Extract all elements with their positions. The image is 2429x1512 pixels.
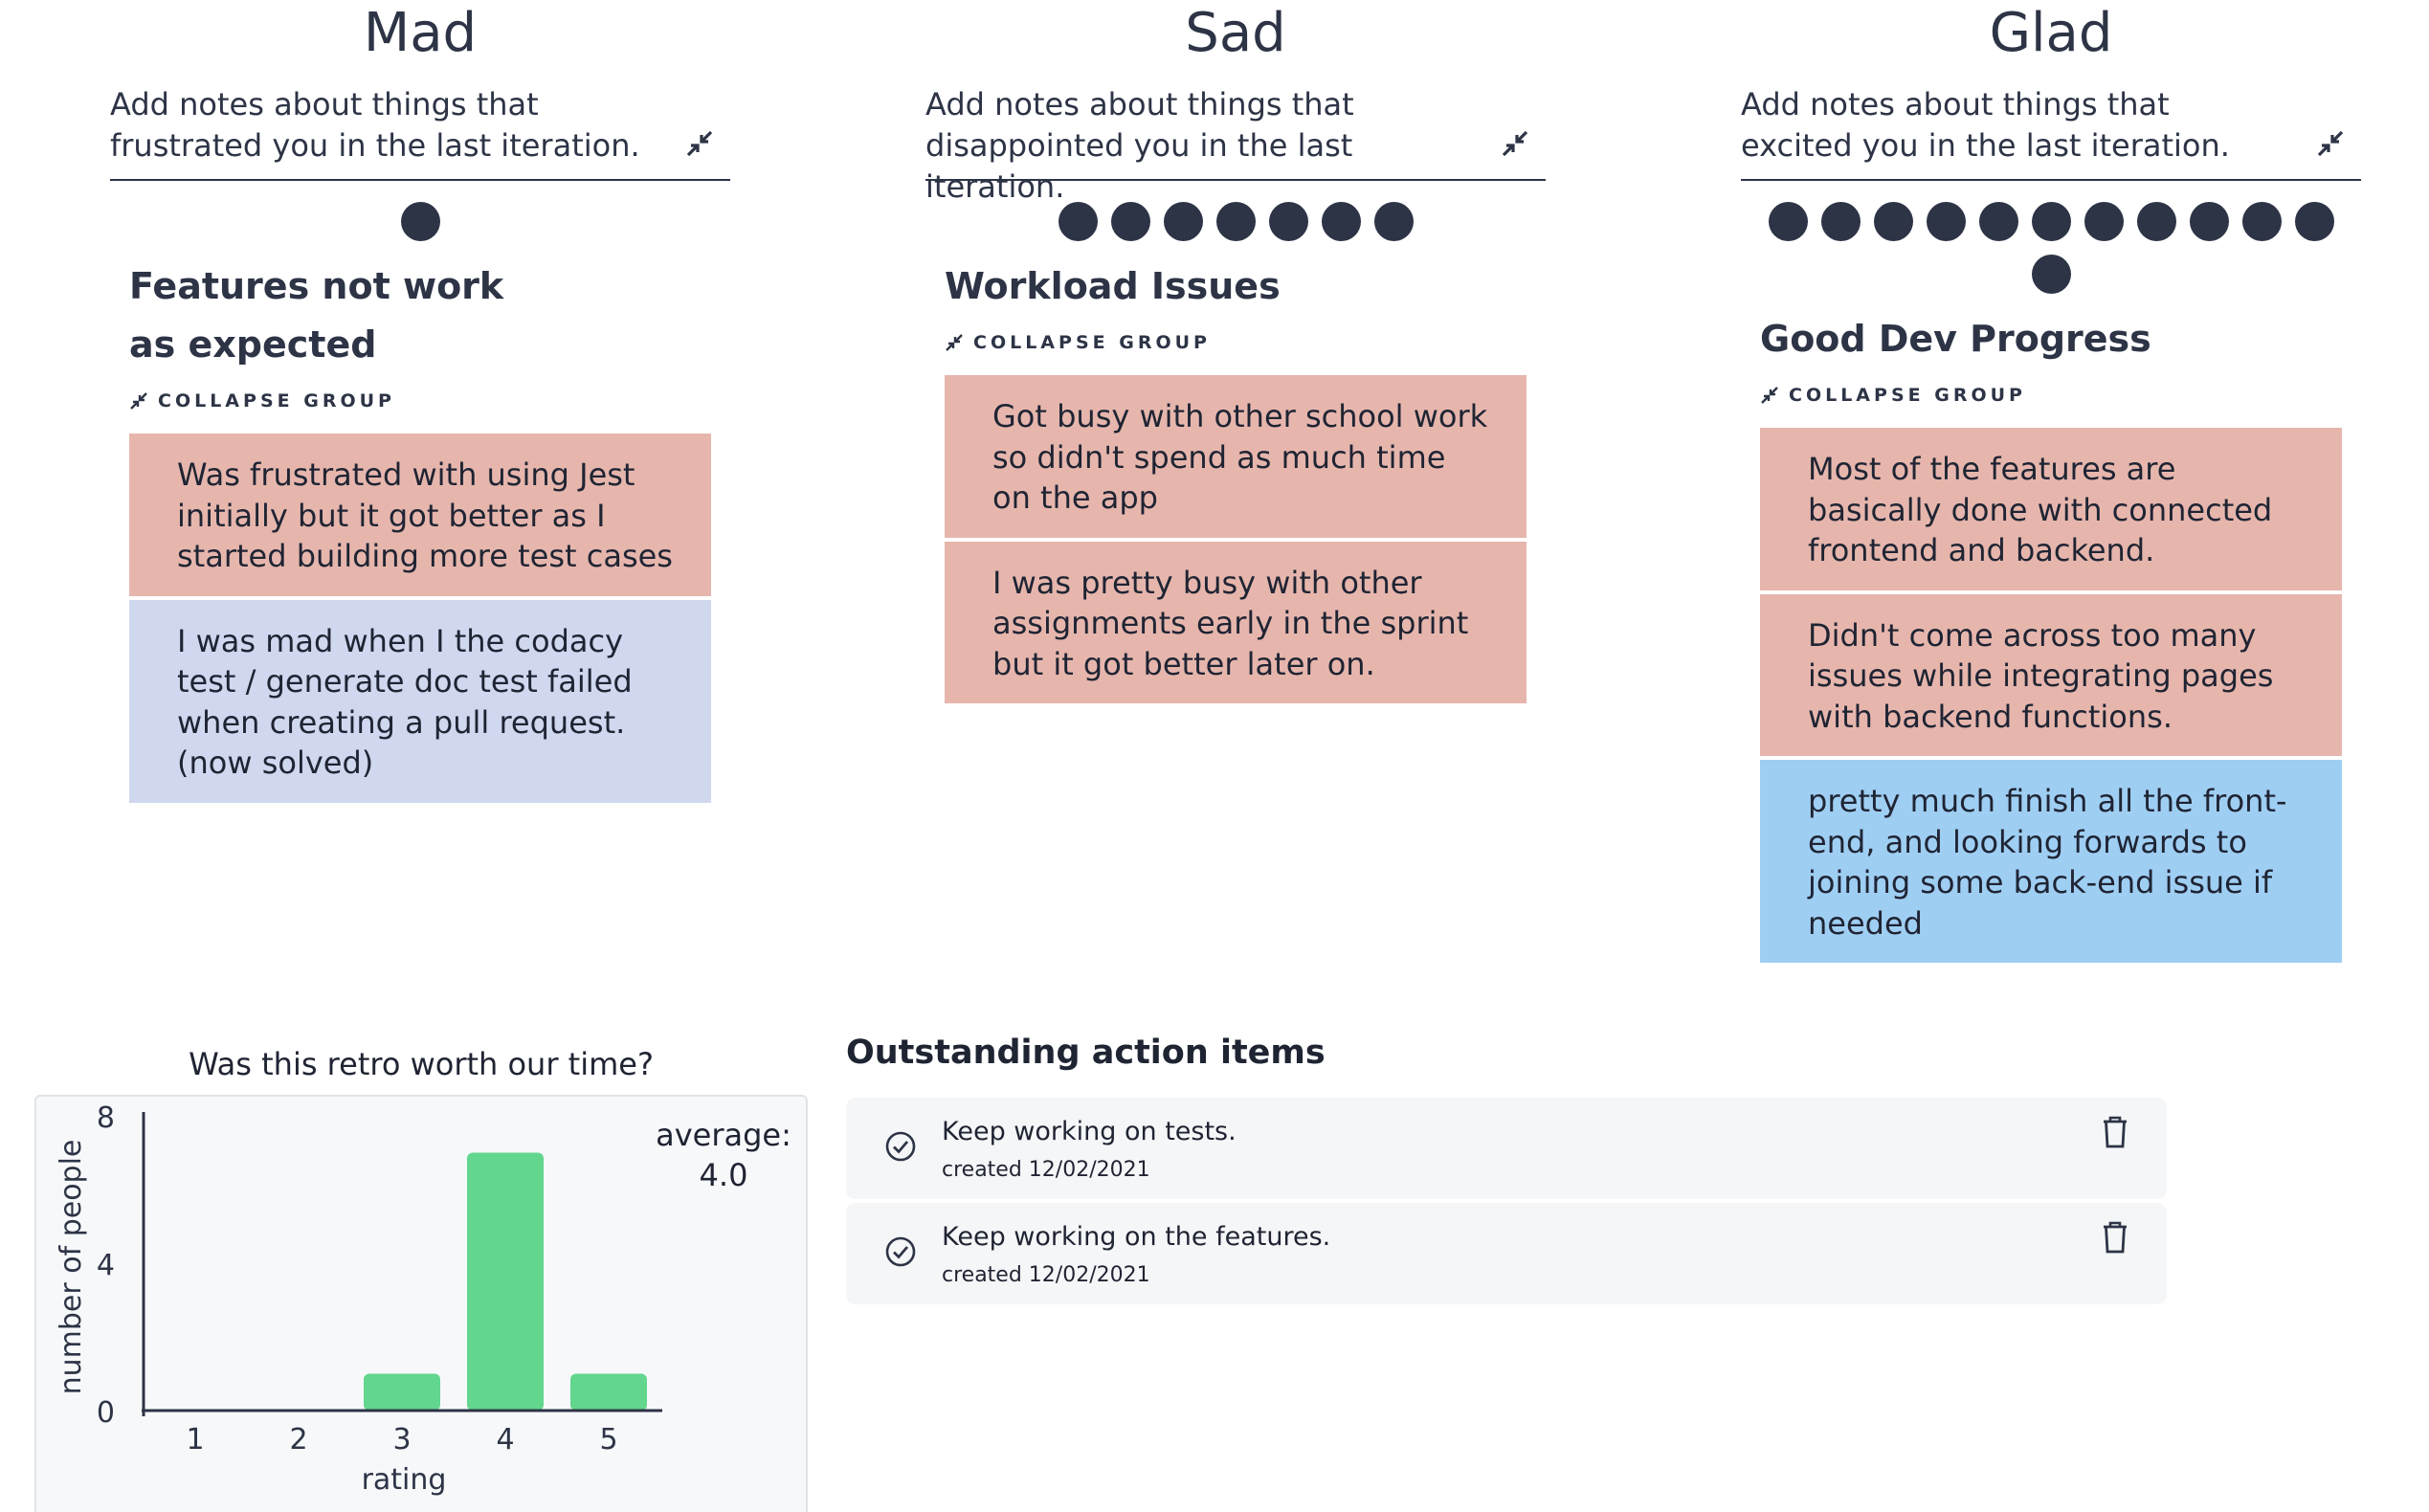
retro-card[interactable]: Most of the features are basically done … — [1760, 428, 2342, 590]
collapse-arrows-icon — [946, 334, 963, 351]
vote-dot[interactable] — [2084, 202, 2124, 241]
vote-dot[interactable] — [2189, 202, 2229, 241]
action-items-title: Outstanding action items — [846, 1034, 1326, 1072]
vote-dot[interactable] — [1215, 202, 1256, 241]
vote-dot[interactable] — [1768, 202, 1808, 241]
vote-dot[interactable] — [1058, 202, 1098, 241]
action-item: Keep working on tests. created 12/02/202… — [846, 1098, 2167, 1199]
action-item-date: created 12/02/2021 — [942, 1158, 1150, 1182]
vote-dot[interactable] — [1873, 202, 1913, 241]
retro-card[interactable]: Got busy with other school work so didn'… — [945, 375, 1526, 538]
collapse-arrows-icon — [1761, 387, 1778, 404]
check-circle-icon[interactable] — [884, 1235, 917, 1268]
check-circle-icon[interactable] — [884, 1130, 917, 1163]
vote-dot[interactable] — [2031, 255, 2071, 294]
retro-card[interactable]: pretty much finish all the front-end, an… — [1760, 760, 2342, 963]
column-description: Add notes about things that excited you … — [1741, 86, 2230, 164]
vote-dot[interactable] — [1268, 202, 1308, 241]
collapse-group-button[interactable]: COLLAPSE GROUP — [1760, 382, 2342, 409]
trash-icon[interactable] — [2098, 1113, 2132, 1151]
vote-dot[interactable] — [2136, 202, 2176, 241]
x-tick-label: 3 — [392, 1423, 411, 1456]
collapse-arrows-icon[interactable] — [684, 128, 715, 159]
vote-dot[interactable] — [1978, 202, 2018, 241]
action-item-text[interactable]: Keep working on the features. — [942, 1218, 1330, 1256]
retro-card[interactable]: Was frustrated with using Jest initially… — [129, 434, 711, 596]
vote-dot[interactable] — [1110, 202, 1150, 241]
vote-dot[interactable] — [2294, 202, 2334, 241]
vote-dot[interactable] — [2031, 202, 2071, 241]
x-tick-label: 1 — [186, 1423, 204, 1456]
average-label: average: — [656, 1117, 791, 1153]
column-description: Add notes about things that disappointed… — [925, 86, 1354, 205]
column-divider — [110, 179, 730, 181]
vote-dot[interactable] — [2241, 202, 2282, 241]
vote-dot[interactable] — [1926, 202, 1966, 241]
collapse-arrows-icon[interactable] — [2315, 128, 2346, 159]
y-tick-label: 4 — [97, 1249, 115, 1282]
retro-card[interactable]: I was pretty busy with other assignments… — [945, 541, 1526, 703]
column-title: Sad — [1185, 2, 1286, 64]
average-value: 4.0 — [699, 1157, 748, 1193]
y-axis-label: number of people — [55, 1140, 88, 1395]
vote-dot[interactable] — [1163, 202, 1203, 241]
column-divider — [1741, 179, 2361, 181]
column-title: Mad — [363, 2, 478, 64]
vote-dot[interactable] — [400, 202, 440, 241]
y-tick-label: 0 — [97, 1396, 115, 1430]
card-list: Was frustrated with using Jest initially… — [129, 434, 711, 803]
retro-card[interactable]: Didn't come across too many issues while… — [1760, 593, 2342, 756]
x-tick-label: 5 — [599, 1423, 617, 1456]
collapse-group-button[interactable]: COLLAPSE GROUP — [129, 388, 711, 414]
collapse-group-button[interactable]: COLLAPSE GROUP — [945, 329, 1526, 356]
x-tick-label: 4 — [496, 1423, 514, 1456]
chart-bar — [364, 1373, 440, 1411]
action-item-text[interactable]: Keep working on tests. — [942, 1113, 1237, 1151]
vote-dots — [1760, 202, 2342, 294]
retro-worth-title: Was this retro worth our time? — [189, 1046, 654, 1082]
card-list: Most of the features are basically done … — [1760, 428, 2342, 963]
vote-dots — [925, 202, 1546, 241]
collapse-group-label: COLLAPSE GROUP — [158, 390, 395, 411]
column-divider — [925, 179, 1546, 181]
collapse-group-label: COLLAPSE GROUP — [1789, 385, 2026, 406]
action-item-date: created 12/02/2021 — [942, 1263, 1150, 1287]
chart-bar — [467, 1152, 544, 1411]
retro-card[interactable]: I was mad when I the codacy test / gener… — [129, 599, 711, 803]
average-display: average: 4.0 — [647, 1115, 800, 1195]
column-description: Add notes about things that frustrated y… — [110, 86, 640, 164]
trash-icon[interactable] — [2098, 1218, 2132, 1256]
collapse-arrows-icon[interactable] — [1500, 128, 1530, 159]
vote-dots — [110, 202, 730, 241]
group-title[interactable]: Workload Issues — [945, 257, 1526, 316]
collapse-arrows-icon — [130, 392, 147, 410]
action-item: Keep working on the features. created 12… — [846, 1203, 2167, 1304]
vote-dot[interactable] — [1820, 202, 1861, 241]
vote-dot[interactable] — [1321, 202, 1361, 241]
group-title[interactable]: Good Dev Progress — [1760, 310, 2342, 368]
chart-bar — [570, 1373, 647, 1411]
group-title[interactable]: Features not work as expected — [129, 257, 550, 374]
card-group: Good Dev Progress COLLAPSE GROUP Most of… — [1760, 310, 2342, 967]
x-axis-label: rating — [362, 1463, 447, 1497]
column-title: Glad — [1989, 2, 2113, 64]
card-group: Workload Issues COLLAPSE GROUP Got busy … — [945, 257, 1526, 707]
card-group: Features not work as expected COLLAPSE G… — [129, 257, 711, 807]
card-list: Got busy with other school work so didn'… — [945, 375, 1526, 703]
y-tick-label: 8 — [97, 1101, 115, 1135]
collapse-group-label: COLLAPSE GROUP — [973, 332, 1211, 353]
vote-dot[interactable] — [1373, 202, 1414, 241]
x-tick-label: 2 — [289, 1423, 307, 1456]
